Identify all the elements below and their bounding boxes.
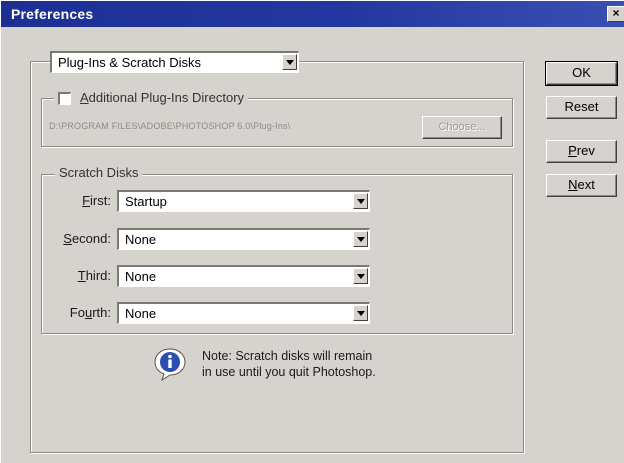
scratch-disks-legend: Scratch Disks (55, 165, 143, 180)
choose-button[interactable]: Choose... (422, 116, 502, 139)
chevron-down-icon[interactable] (353, 231, 368, 247)
close-icon: × (612, 6, 620, 20)
additional-plugins-checkbox[interactable] (58, 92, 71, 105)
scratch-first-value: Startup (125, 194, 167, 209)
panel-select[interactable]: Plug-Ins & Scratch Disks (50, 51, 299, 73)
plugins-legend: Additional Plug-Ins Directory (54, 90, 249, 108)
scratch-first-select[interactable]: Startup (117, 190, 370, 212)
chevron-down-icon[interactable] (353, 268, 368, 284)
scratch-fourth-label: Fourth: (69, 305, 111, 320)
next-rest: ext (577, 177, 595, 192)
additional-plugins-label-rest: dditional Plug-Ins Directory (88, 90, 245, 105)
chevron-down-icon[interactable] (353, 305, 368, 321)
chevron-down-icon[interactable] (282, 54, 297, 70)
additional-plugins-label[interactable]: Additional Plug-Ins Directory (80, 90, 244, 105)
scratch-note: Note: Scratch disks will remain in use u… (202, 348, 376, 380)
title-bar[interactable]: Preferences × (1, 1, 624, 27)
scratch-fourth-value: None (125, 306, 157, 321)
scratch-fourth-select[interactable]: None (117, 302, 370, 324)
preferences-dialog: Preferences × Plug-Ins & Scratch Disks A… (0, 0, 624, 463)
prev-button[interactable]: Prev (546, 140, 617, 163)
plugins-path: D:\PROGRAM FILES\ADOBE\PHOTOSHOP 6.0\Plu… (49, 121, 291, 131)
window-title: Preferences (11, 6, 94, 22)
scratch-third-value: None (125, 269, 157, 284)
panel-select-value: Plug-Ins & Scratch Disks (58, 55, 202, 70)
info-icon (154, 348, 186, 381)
note-line-2: in use until you quit Photoshop. (202, 365, 376, 379)
scratch-second-value: None (125, 232, 157, 247)
additional-plugins-label-key: A (80, 90, 89, 105)
ok-button[interactable]: OK (545, 61, 618, 86)
scratch-third-select[interactable]: None (117, 265, 370, 287)
scratch-third-label: Third: (77, 268, 111, 283)
chevron-down-icon[interactable] (353, 193, 368, 209)
note-line-1: Note: Scratch disks will remain (202, 349, 373, 363)
scratch-second-label: Second: (63, 231, 111, 246)
close-button[interactable]: × (607, 6, 624, 22)
scratch-second-select[interactable]: None (117, 228, 370, 250)
scratch-first-label: First: (82, 193, 111, 208)
reset-button[interactable]: Reset (546, 96, 617, 119)
prev-key: P (568, 143, 577, 158)
next-key: N (568, 177, 578, 192)
prev-rest: rev (576, 143, 595, 158)
next-button[interactable]: Next (546, 174, 617, 197)
